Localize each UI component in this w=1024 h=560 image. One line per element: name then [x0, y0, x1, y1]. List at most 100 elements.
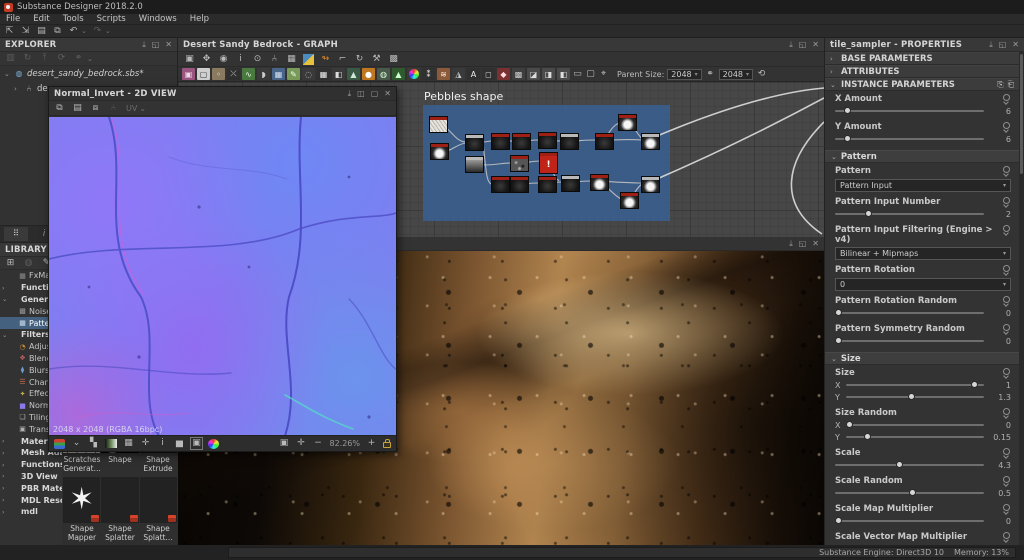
export-image-icon[interactable]: ⧉ — [54, 103, 65, 114]
menu-help[interactable]: Help — [190, 14, 209, 24]
view2d-header[interactable]: Normal_Invert - 2D VIEW ⤓◫▢✕ — [49, 87, 396, 101]
gradient-display-icon[interactable] — [105, 439, 117, 448]
graph-node-20[interactable] — [642, 177, 659, 192]
graph-node-14[interactable] — [492, 177, 509, 192]
slider-handle[interactable] — [896, 461, 903, 468]
menu-tools[interactable]: Tools — [63, 14, 84, 24]
float-panel-icon[interactable]: ⤓ — [789, 40, 793, 50]
graph-node-15[interactable] — [511, 177, 528, 192]
graph-node-4[interactable] — [492, 134, 509, 149]
slider-handle[interactable] — [846, 421, 853, 428]
slider-handle[interactable] — [835, 337, 842, 344]
zoom-out-button[interactable]: − — [312, 438, 323, 449]
rotate-icon[interactable]: ↻ — [354, 54, 365, 65]
graph-node-18[interactable] — [591, 175, 608, 190]
graph-node-9[interactable] — [561, 134, 578, 149]
curve-node-icon[interactable]: ∿ — [242, 68, 255, 80]
library-item-functions[interactable]: ›Functions — [0, 459, 62, 471]
graph-node-3[interactable] — [466, 135, 483, 150]
function-button[interactable] — [1002, 225, 1011, 236]
frame-create-icon[interactable]: ▢ — [585, 69, 596, 80]
connect-nodes-icon[interactable]: ↬ — [320, 54, 331, 65]
slider-handle[interactable] — [909, 489, 916, 496]
function-button[interactable] — [1002, 122, 1011, 133]
graph-node-13[interactable] — [642, 134, 659, 149]
splatter-node-icon[interactable]: ◪ — [527, 68, 540, 80]
tree-arrow-icon[interactable]: › — [2, 484, 8, 492]
thumbnail-shape-mapper[interactable]: ✶ — [63, 477, 100, 523]
maximize-panel-icon[interactable]: ▢ — [371, 89, 379, 98]
dropdown-pattern-rotation[interactable]: 0▾ — [835, 278, 1011, 291]
open-icon[interactable]: ▤ — [36, 26, 47, 37]
explorer-tree-tab-icon[interactable]: ⠿ — [4, 227, 28, 241]
parent-size-width-dropdown[interactable]: 2048▾ — [667, 69, 701, 80]
thumbnail-icon[interactable]: ▩ — [388, 54, 399, 65]
preset-save-icon[interactable]: ⎘ — [997, 80, 1003, 90]
reset-size-icon[interactable]: ⟲ — [756, 69, 767, 80]
picker-icon[interactable]: ✛ — [140, 438, 151, 449]
tree-arrow-icon[interactable]: ⌄ — [2, 295, 8, 303]
tree-arrow-icon[interactable]: ⌄ — [2, 331, 8, 339]
undo-icon[interactable]: ↶ — [68, 26, 79, 37]
channels-icon[interactable] — [54, 439, 65, 449]
slider-handle[interactable] — [864, 433, 871, 440]
library-item-pbr-materials[interactable]: ›PBR Materials — [0, 482, 62, 494]
channel-shuffle-node-icon[interactable]: ⤫ — [227, 68, 240, 80]
close-panel-icon[interactable]: ✕ — [812, 40, 819, 49]
chevron-down-icon[interactable]: ⌄ — [71, 438, 82, 449]
pixel-processor-node-icon[interactable]: ▲ — [392, 68, 405, 80]
slider-handle[interactable] — [865, 210, 872, 217]
blur-node-icon[interactable]: ◦ — [212, 68, 225, 80]
slider-track[interactable] — [835, 464, 984, 466]
function-button[interactable] — [1002, 265, 1011, 276]
histogram-icon[interactable]: ▅ — [174, 438, 185, 449]
uniform-color-node-icon[interactable]: ▢ — [197, 68, 210, 80]
function-button[interactable] — [1002, 296, 1011, 307]
graph-node-5[interactable] — [513, 134, 530, 149]
thumbnail-shape-splatter[interactable] — [101, 477, 138, 523]
thumbnail-shape-splatter-2[interactable] — [140, 477, 177, 523]
group-header-size[interactable]: ⌄Size — [825, 352, 1019, 365]
crop-node-icon[interactable]: ◻ — [482, 68, 495, 80]
graph-node-8[interactable] — [539, 133, 556, 148]
menu-edit[interactable]: Edit — [33, 14, 49, 24]
undo-icon-chevron[interactable]: ⌄ — [81, 27, 87, 35]
import-link-icon[interactable]: ⇱ — [4, 26, 15, 37]
save-icon[interactable]: ⧉ — [52, 26, 63, 37]
normal-node-icon[interactable]: ▲ — [347, 68, 360, 80]
slider-handle[interactable] — [844, 135, 851, 142]
function-button[interactable] — [1002, 476, 1011, 487]
export-link-icon[interactable]: ⇲ — [20, 26, 31, 37]
expand-arrow-icon[interactable]: ⌄ — [4, 70, 11, 78]
section-header-instance-parameters[interactable]: ⌄INSTANCE PARAMETERS⎘⎗ — [825, 78, 1019, 91]
function-button[interactable] — [1002, 532, 1011, 543]
fit-view-icon[interactable]: ▣ — [278, 438, 289, 449]
elbow-links-icon[interactable]: ⌐ — [337, 54, 348, 65]
close-panel-icon[interactable]: ✕ — [165, 40, 172, 49]
slider-track[interactable] — [846, 436, 984, 438]
pan-view-icon[interactable]: ✥ — [201, 54, 212, 65]
tree-arrow-icon[interactable]: › — [2, 437, 8, 445]
function-button[interactable] — [1002, 197, 1011, 208]
tree-arrow-icon[interactable]: › — [2, 449, 8, 457]
slider-track[interactable] — [846, 396, 984, 398]
tree-arrow-icon[interactable]: › — [2, 496, 8, 504]
split-panel-icon[interactable]: ◫ — [357, 89, 365, 98]
function-button[interactable] — [1002, 504, 1011, 515]
slider-track[interactable] — [846, 424, 984, 426]
blend-node-icon[interactable]: ◧ — [557, 68, 570, 80]
new-library-filter-icon[interactable]: ⊞ — [5, 258, 16, 269]
float-panel-icon[interactable]: ⤓ — [789, 239, 793, 249]
zoom-in-button[interactable]: + — [366, 438, 377, 449]
graph-node-19[interactable] — [621, 193, 638, 208]
comment-icon[interactable]: ▭ — [572, 69, 583, 80]
parent-size-height-dropdown[interactable]: 2048▾ — [719, 69, 753, 80]
function-button[interactable] — [1002, 368, 1011, 379]
frame-all-icon[interactable]: ▣ — [184, 54, 195, 65]
library-item-mdl[interactable]: ›mdl — [0, 506, 62, 518]
slider-track[interactable] — [835, 138, 984, 140]
normal-map-image[interactable]: 2048 x 2048 (RGBA 16bpc) — [49, 117, 396, 436]
menu-file[interactable]: File — [6, 14, 20, 24]
view2d-window[interactable]: Normal_Invert - 2D VIEW ⤓◫▢✕ ⧉▤⧈⑃UV⌄ — [48, 86, 397, 452]
redo-icon-chevron[interactable]: ⌄ — [105, 27, 111, 35]
